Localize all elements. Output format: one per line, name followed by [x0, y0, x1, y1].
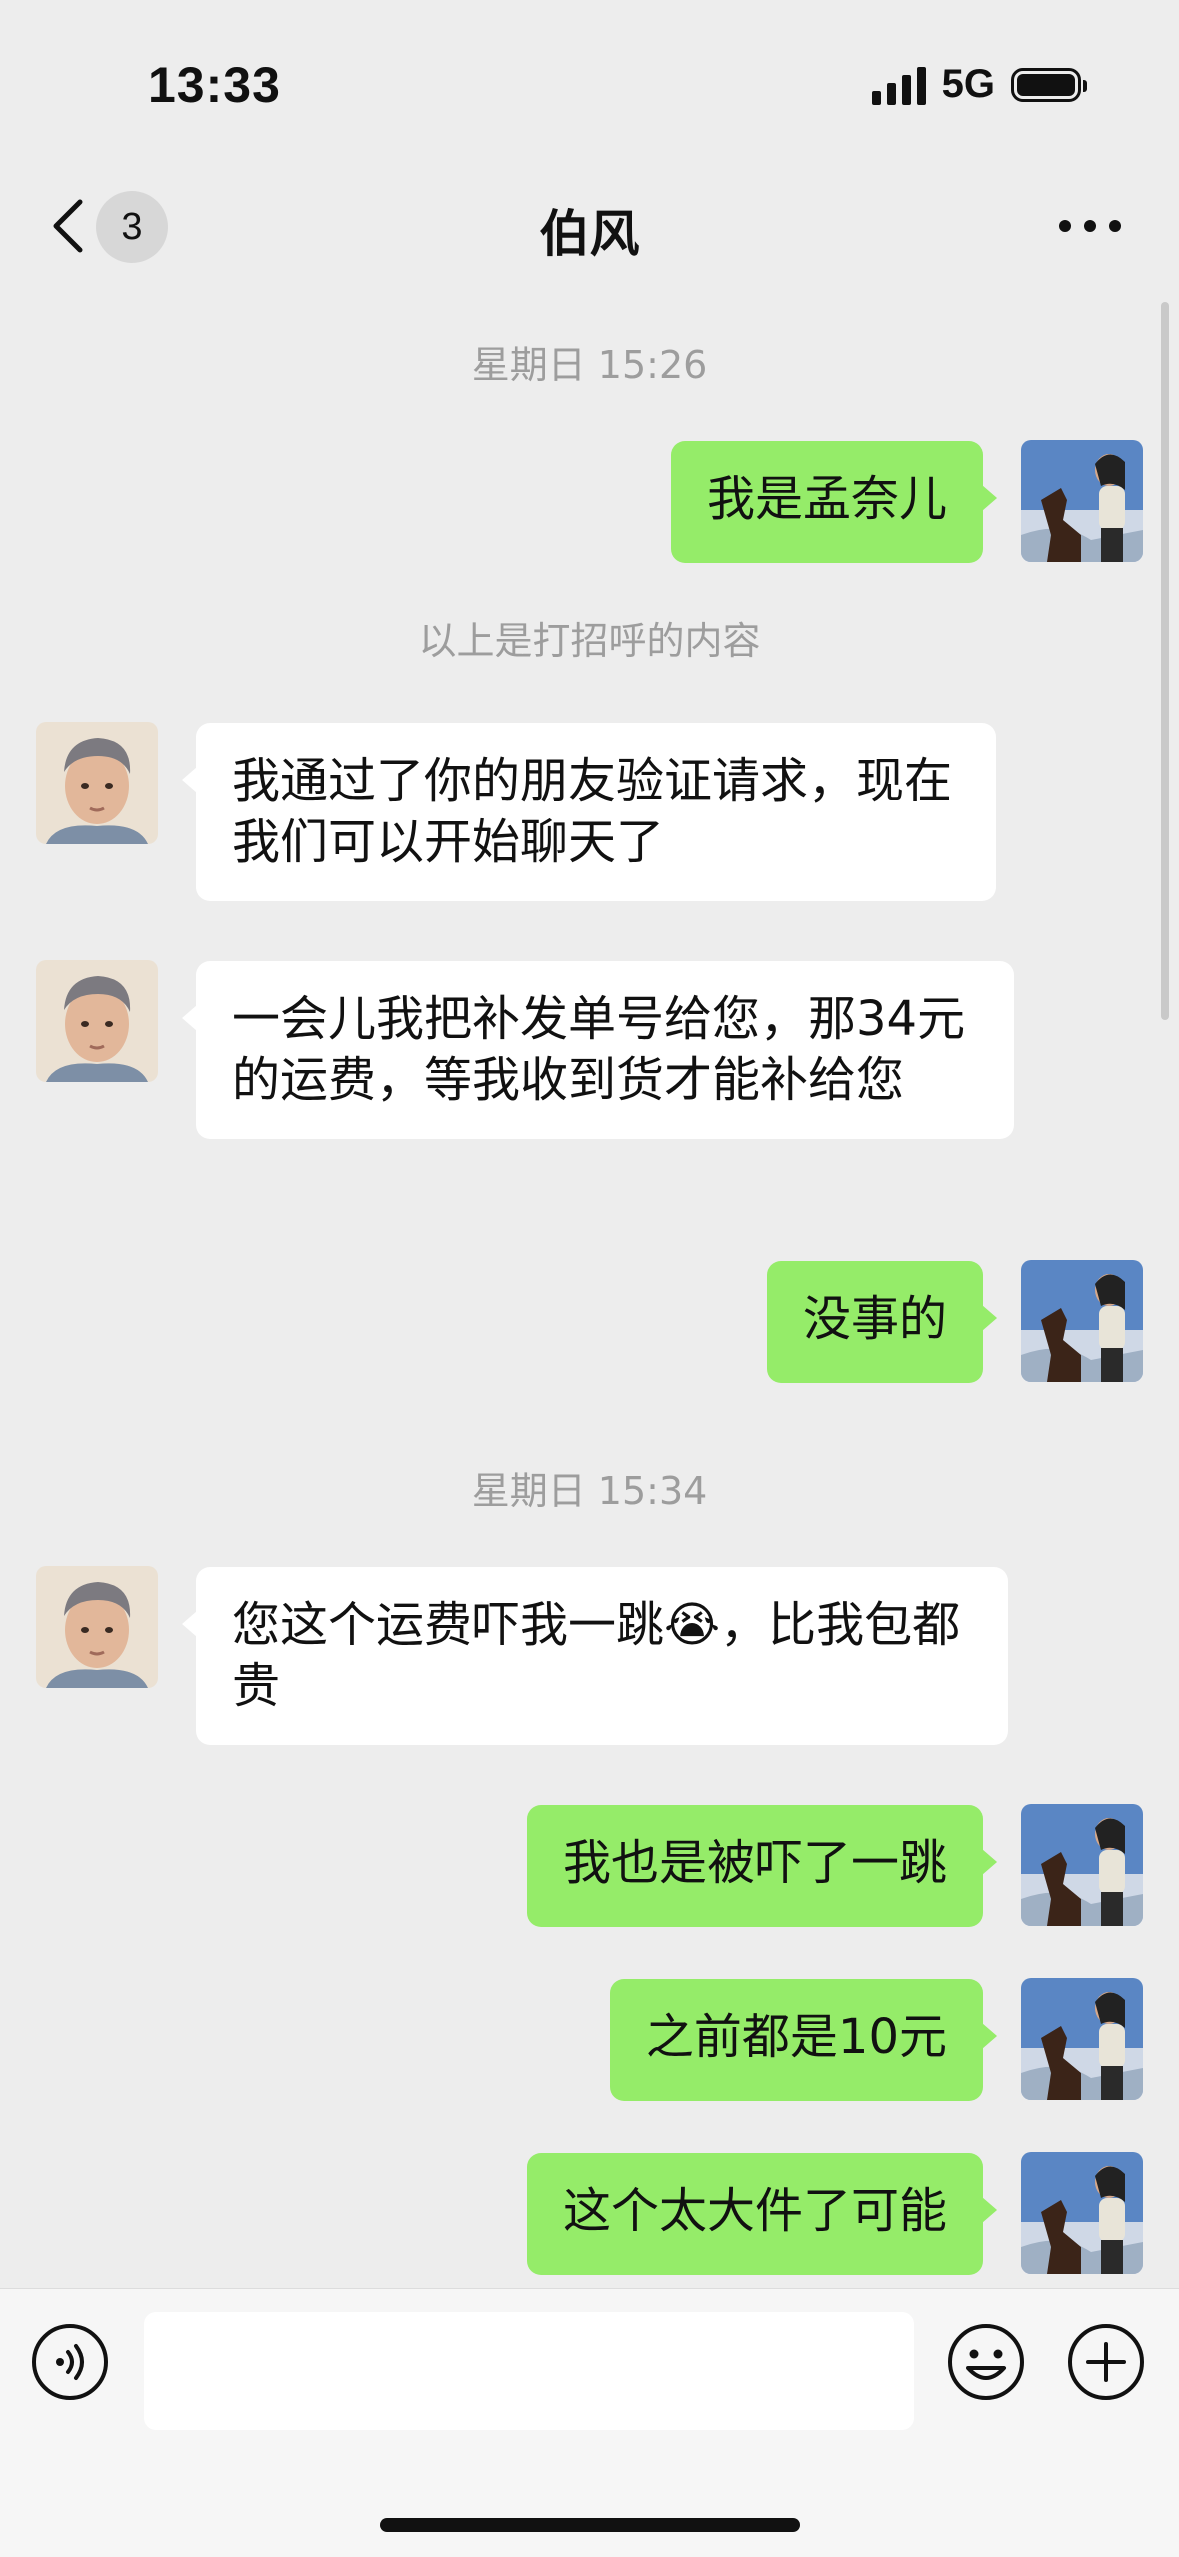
message-row: 我是孟奈儿: [0, 440, 1179, 564]
message-row: 没事的: [0, 1260, 1179, 1384]
more-dots-icon[interactable]: [1059, 220, 1121, 232]
message-bubble-sent[interactable]: 我也是被吓了一跳: [526, 1805, 998, 1927]
greeting-note: 以上是打招呼的内容: [418, 619, 761, 663]
my-avatar[interactable]: [1021, 440, 1143, 562]
status-time: 13:33: [148, 57, 281, 113]
message-row: 一会儿我把补发单号给您，那34元的运费，等我收到货才能补给您: [0, 960, 1179, 1210]
my-avatar[interactable]: [1021, 1260, 1143, 1382]
message-input[interactable]: [144, 2312, 914, 2430]
network-type: 5G: [941, 62, 995, 106]
contact-avatar[interactable]: [36, 1566, 158, 1688]
voice-input-icon[interactable]: [30, 2322, 110, 2402]
message-bubble-received[interactable]: 我通过了你的朋友验证请求，现在我们可以开始聊天了: [182, 723, 996, 901]
message-text: 我是孟奈儿: [706, 471, 947, 527]
message-bubble-sent[interactable]: 我是孟奈儿: [670, 441, 998, 563]
status-indicators: 5G: [871, 62, 1087, 107]
contact-avatar[interactable]: [36, 960, 158, 1082]
crying-face-emoji: 😭: [664, 1597, 721, 1653]
message-bubble-sent[interactable]: 没事的: [766, 1261, 998, 1383]
signal-strength-icon: [871, 65, 926, 105]
message-row: 您这个运费吓我一跳😭，比我包都贵: [0, 1566, 1179, 1752]
timestamp: 星期日 15:26: [471, 343, 708, 387]
message-row: 之前都是10元: [0, 1978, 1179, 2102]
message-text: 我通过了你的朋友验证请求，现在我们可以开始聊天了: [232, 753, 953, 870]
home-indicator: [380, 2518, 800, 2532]
message-bubble-sent[interactable]: 之前都是10元: [609, 1979, 998, 2101]
message-bubble-sent[interactable]: 这个太大件了可能: [526, 2153, 998, 2275]
timestamp: 星期日 15:34: [471, 1469, 708, 1513]
plus-icon[interactable]: [1066, 2322, 1146, 2402]
emoji-icon[interactable]: [946, 2322, 1026, 2402]
chat-title: 伯风: [539, 205, 640, 263]
message-text: 没事的: [802, 1291, 947, 1347]
message-row: 我也是被吓了一跳: [0, 1804, 1179, 1928]
battery-icon: [1011, 67, 1087, 102]
my-avatar[interactable]: [1021, 2152, 1143, 2274]
message-text: 之前都是10元: [645, 2009, 947, 2065]
message-text: 一会儿我把补发单号给您，那34元的运费，等我收到货才能补给您: [232, 991, 966, 1108]
message-bubble-received[interactable]: 一会儿我把补发单号给您，那34元的运费，等我收到货才能补给您: [182, 961, 1014, 1139]
message-text: 您这个运费吓我一跳: [232, 1597, 665, 1653]
message-bubble-received[interactable]: 您这个运费吓我一跳😭，比我包都贵: [182, 1567, 1008, 1745]
message-text: 我也是被吓了一跳: [562, 1835, 947, 1891]
my-avatar[interactable]: [1021, 1804, 1143, 1926]
message-text: 这个太大件了可能: [562, 2183, 947, 2239]
contact-avatar[interactable]: [36, 722, 158, 844]
my-avatar[interactable]: [1021, 1978, 1143, 2100]
message-row: 这个太大件了可能: [0, 2152, 1179, 2276]
message-row: 我通过了你的朋友验证请求，现在我们可以开始聊天了: [0, 722, 1179, 908]
